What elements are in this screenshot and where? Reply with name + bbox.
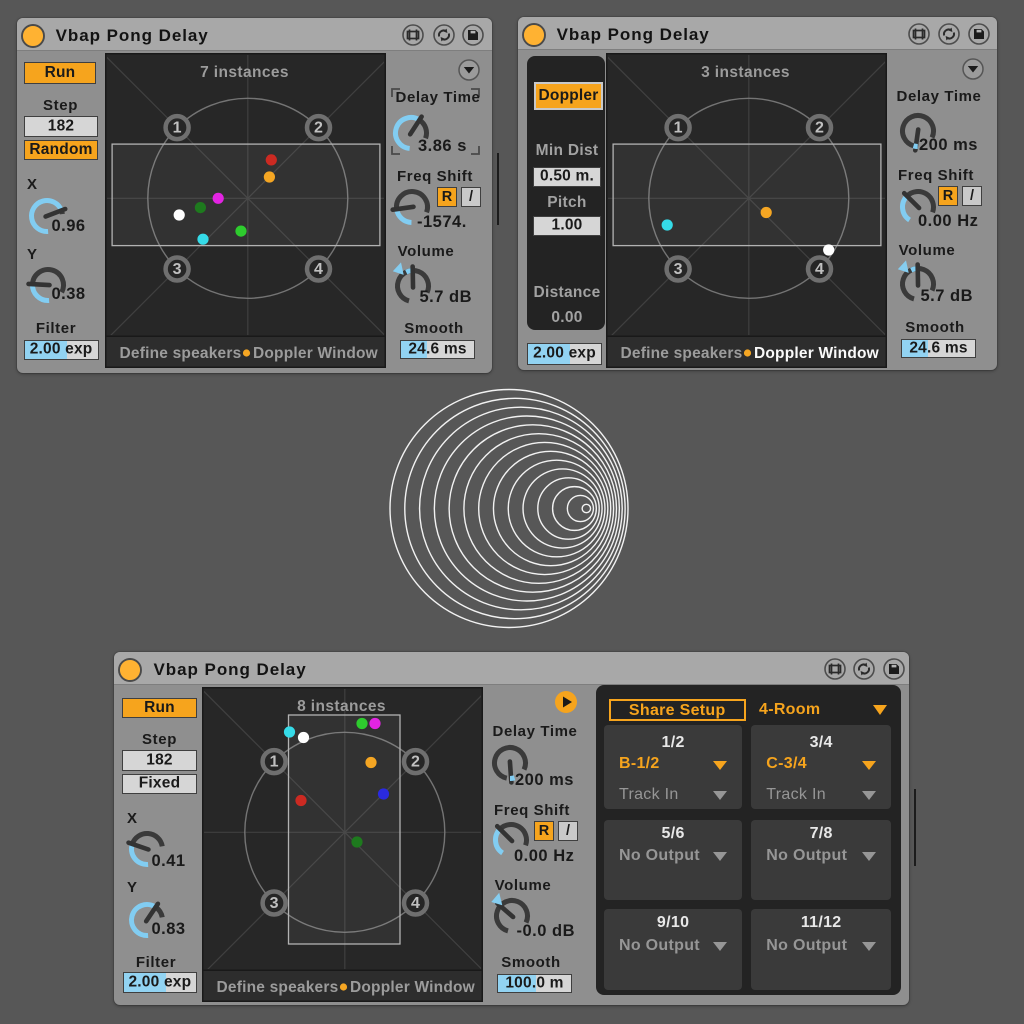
svg-text:Doppler Window: Doppler Window xyxy=(253,345,379,362)
svg-text:1: 1 xyxy=(172,120,181,137)
svg-text:4: 4 xyxy=(815,261,824,278)
svg-text:2: 2 xyxy=(314,120,323,137)
svg-text:Define speakers: Define speakers xyxy=(217,979,339,996)
svg-text:Doppler Window: Doppler Window xyxy=(350,979,476,996)
svg-text:1: 1 xyxy=(270,754,279,771)
svg-text:3: 3 xyxy=(172,261,181,278)
svg-text:Doppler Window: Doppler Window xyxy=(754,345,880,362)
svg-text:3 instances: 3 instances xyxy=(701,64,790,81)
svg-text:Define speakers: Define speakers xyxy=(119,345,241,362)
svg-text:4: 4 xyxy=(314,261,323,278)
svg-text:1: 1 xyxy=(674,120,683,137)
svg-text:7 instances: 7 instances xyxy=(200,64,289,81)
svg-text:4: 4 xyxy=(411,895,420,912)
svg-text:2: 2 xyxy=(815,120,824,137)
svg-text:8 instances: 8 instances xyxy=(297,698,386,715)
svg-text:3: 3 xyxy=(674,261,683,278)
svg-text:2: 2 xyxy=(411,754,420,771)
svg-text:Define speakers: Define speakers xyxy=(621,345,743,362)
svg-text:3: 3 xyxy=(270,895,279,912)
